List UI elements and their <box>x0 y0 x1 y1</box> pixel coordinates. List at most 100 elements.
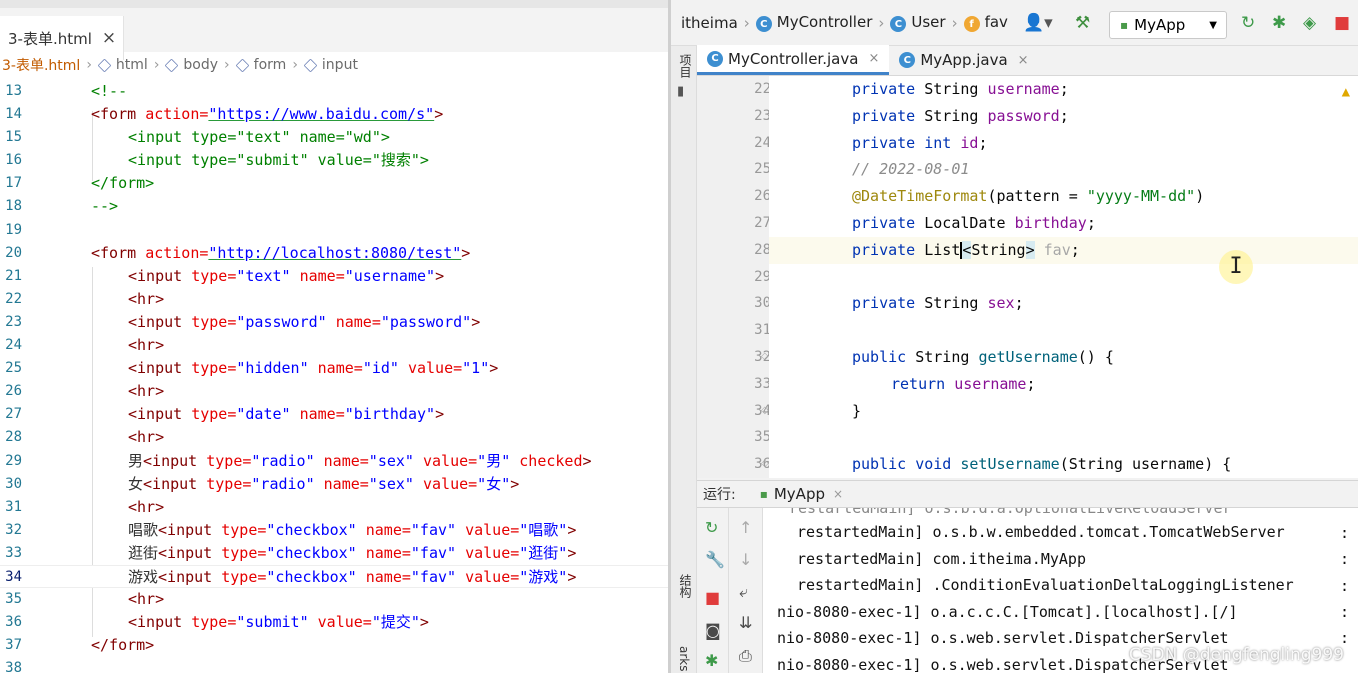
code-text: <input type="submit" value="提交"> <box>128 611 429 634</box>
arrow-up-icon[interactable]: ↑ <box>739 518 752 537</box>
line-number: 18 <box>5 198 22 215</box>
line-number: 16 <box>5 152 22 169</box>
rerun-icon[interactable]: ↻ <box>705 518 718 537</box>
arrow-down-icon[interactable]: ↓ <box>739 550 752 569</box>
nav-item-package[interactable]: itheima <box>681 14 738 32</box>
value: "text" <box>236 266 291 285</box>
code-line: 36 <input type="submit" value="提交"> <box>0 611 668 634</box>
code-line: private String username; <box>852 76 1069 103</box>
attr: value= <box>422 474 478 493</box>
code-line: private int id; <box>852 130 987 157</box>
nav-item-field[interactable]: f fav <box>963 13 1008 33</box>
code-text: <input type="text" name="wd"> <box>128 128 390 147</box>
vscode-editor-pane: 3-表单.html × 3-表单.html › html › body › fo… <box>0 0 668 673</box>
attr: name= <box>365 543 411 562</box>
chevron-right-icon: › <box>878 13 885 32</box>
code-text: 逛街<input type="checkbox" name="fav" valu… <box>128 542 576 565</box>
close-icon[interactable]: × <box>833 487 843 501</box>
tag: <input <box>128 266 192 285</box>
nav-item-class-user[interactable]: C User <box>890 12 946 33</box>
value: "fav" <box>410 567 457 586</box>
punct: (String username) { <box>1059 455 1232 474</box>
attr: value= <box>422 451 478 470</box>
value: "1" <box>462 359 490 378</box>
breadcrumb-item-html[interactable]: html <box>97 57 148 73</box>
type: String <box>924 106 988 125</box>
code-line: 20 <form action="http://localhost:8080/te… <box>0 242 668 265</box>
tab-myapp-java[interactable]: C MyApp.java × <box>889 45 1038 75</box>
fold-icon[interactable]: ◇ <box>761 351 769 362</box>
tag: <input <box>128 312 192 331</box>
line-number: 20 <box>5 244 22 261</box>
close-icon[interactable]: × <box>102 28 116 48</box>
comment: // 2022-08-01 <box>852 160 970 179</box>
run-panel-label: 运行: <box>703 487 736 503</box>
nav-item-class[interactable]: C MyController <box>755 13 872 33</box>
line-number: 32 <box>5 521 22 538</box>
run-config-select[interactable]: ▪ MyApp ▼ <box>1109 11 1227 39</box>
user-icon[interactable]: 👤▾ <box>1023 13 1053 33</box>
tag: <input <box>128 359 192 378</box>
line-number: 25 <box>5 360 22 377</box>
project-tool-label[interactable]: 项目 <box>677 54 694 78</box>
java-code-area[interactable]: ▲ private String username; private Strin… <box>769 76 1358 478</box>
html-code-area[interactable]: 13 <!-- 14 <form action="https://www.baidu… <box>0 80 668 673</box>
folder-icon[interactable]: ▮ <box>677 84 684 99</box>
line-number: 24 <box>754 134 771 151</box>
structure-tool-label[interactable]: 结构 <box>677 574 694 598</box>
fold-icon[interactable]: ◇ <box>761 458 769 469</box>
breadcrumb-item-form[interactable]: form <box>235 57 286 73</box>
breadcrumb-item-body[interactable]: body <box>165 57 218 73</box>
attr: name= <box>323 451 369 470</box>
close-icon[interactable]: × <box>1018 53 1029 68</box>
stop-icon[interactable]: ■ <box>705 588 720 607</box>
camera-icon[interactable]: ◙ <box>705 621 721 640</box>
breadcrumb-item-file[interactable]: 3-表单.html <box>2 55 80 75</box>
editor-gutter: 22 23 24 25 26 27 28 29 30 31 32 33 34 3… <box>697 76 771 478</box>
plain-text: 游戏 <box>128 567 159 586</box>
tab-mycontroller-java[interactable]: C MyController.java × <box>697 45 890 75</box>
stop-icon[interactable]: ■ <box>1334 13 1350 33</box>
coverage-icon[interactable]: ◈ <box>1303 13 1316 33</box>
line-number: 24 <box>5 337 22 354</box>
wrap-icon[interactable]: ⤶ <box>739 582 748 602</box>
debug-icon[interactable]: ✱ <box>1272 13 1286 33</box>
print-icon[interactable]: ⎙ <box>739 646 752 666</box>
nav-label: User <box>911 12 946 31</box>
hammer-icon[interactable]: ⚒ <box>1075 13 1090 33</box>
run-tab-myapp[interactable]: MyApp <box>774 485 825 503</box>
value: "birthday" <box>344 405 436 424</box>
field: sex <box>987 294 1015 313</box>
scroll-icon[interactable]: ⇊ <box>739 613 752 632</box>
tag: > <box>489 359 499 378</box>
url-link[interactable]: "https://www.baidu.com/s" <box>208 105 434 123</box>
close-icon[interactable]: × <box>868 51 879 66</box>
method: getUsername <box>978 348 1078 366</box>
code-line: 29 男<input type="radio" name="sex" value=… <box>0 450 668 473</box>
line-number: 34 <box>5 568 22 585</box>
url-link[interactable]: "http://localhost:8080/test" <box>208 244 461 262</box>
code-text: <!-- <box>91 82 128 100</box>
tag: <form <box>91 105 146 124</box>
attr: type= <box>191 266 237 285</box>
bookmarks-tool-label[interactable]: arks <box>677 646 691 672</box>
bracket-match: > <box>1025 240 1035 259</box>
run-config-label: MyApp <box>1134 16 1186 34</box>
rerun-icon[interactable]: ↻ <box>1241 13 1255 33</box>
console-sep: : <box>1340 524 1350 542</box>
fold-icon[interactable]: ◇ <box>761 405 769 416</box>
punct: ; <box>1026 374 1036 393</box>
wrench-icon[interactable]: 🔧 <box>705 550 725 569</box>
mouse-ibeam-cursor: I <box>1219 250 1253 284</box>
line-number: 33 <box>754 375 771 392</box>
class-icon: C <box>899 52 916 68</box>
code-text: <hr> <box>128 382 165 401</box>
punct: ; <box>1070 240 1080 259</box>
warning-icon[interactable]: ▲ <box>1342 84 1350 100</box>
breadcrumb-label: html <box>115 57 148 73</box>
attr: type= <box>191 405 237 424</box>
breadcrumb-item-input[interactable]: input <box>303 57 358 73</box>
debug-icon[interactable]: ✱ <box>705 651 718 670</box>
code-line: private String sex; <box>852 290 1024 317</box>
code-line: 21 <input type="text" name="username"> <box>0 265 668 288</box>
